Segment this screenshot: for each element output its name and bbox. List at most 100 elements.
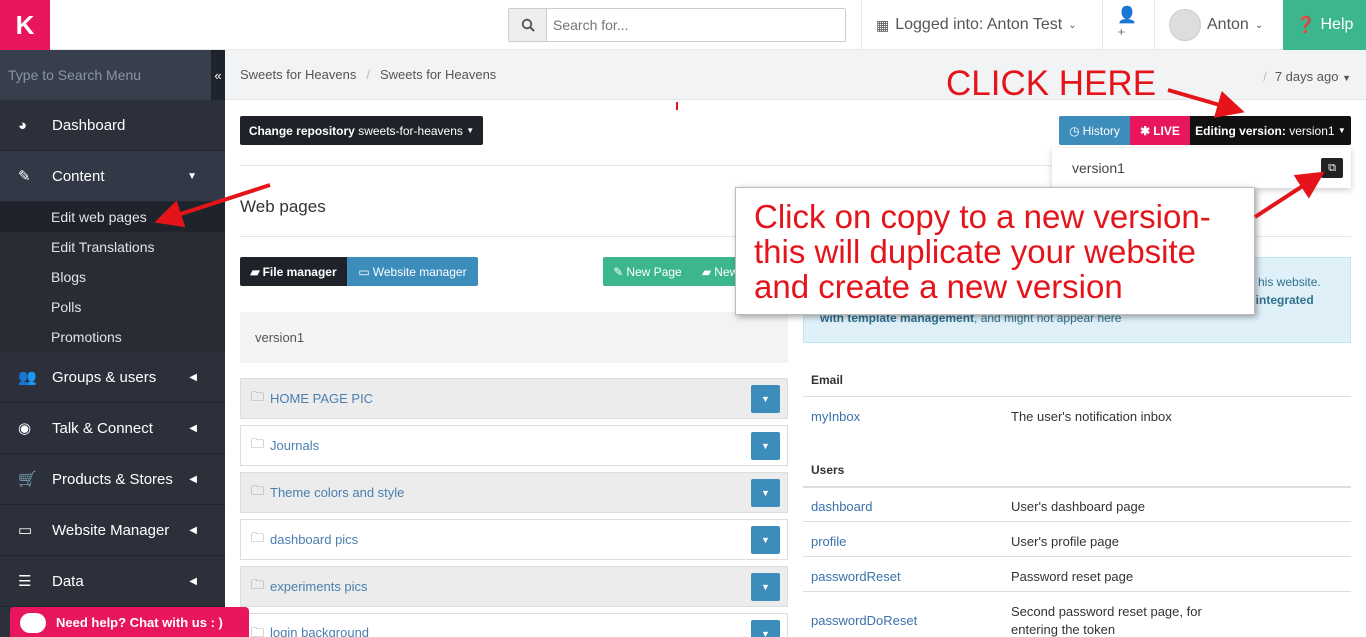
caret-left-icon: ◀ [189, 371, 197, 383]
folder-row[interactable]: 🗀 HOME PAGE PIC ▼ [240, 378, 788, 419]
website-manager-tab[interactable]: ▭ Website manager [347, 257, 478, 286]
page-description: Second password reset page, for entering… [1011, 604, 1202, 637]
menu-search-placeholder: Type to Search Menu [8, 67, 142, 83]
sidebar-item-groups-users[interactable]: 👥 Groups & users ◀ [0, 352, 225, 403]
sidebar-item-content[interactable]: ✎ Content ▼ [0, 151, 225, 202]
sidebar-item-talk-connect[interactable]: ◉ Talk & Connect ◀ [0, 403, 225, 454]
table-row: dashboard User's dashboard page [803, 486, 1351, 521]
chevron-down-icon[interactable]: ▼ [751, 573, 780, 601]
sidebar-item-promotions[interactable]: Promotions [0, 322, 225, 352]
chat-widget[interactable]: Need help? Chat with us : ) [10, 607, 249, 637]
chevron-down-icon[interactable]: ▼ [751, 385, 780, 413]
last-updated-label: 7 days ago [1274, 69, 1339, 84]
folder-icon: 🗀 [251, 529, 265, 545]
folder-name[interactable]: experiments pics [270, 579, 368, 594]
avatar [1169, 9, 1201, 41]
folder-row[interactable]: 🗀 login background ▼ [240, 613, 788, 637]
search-icon[interactable] [509, 9, 547, 41]
table-group-header: Email [811, 373, 844, 387]
history-button[interactable]: ◷ History [1059, 116, 1130, 145]
collapse-sidebar-icon[interactable]: « [211, 50, 225, 100]
folder-name[interactable]: dashboard pics [270, 532, 358, 547]
folder-row[interactable]: 🗀 Theme colors and style ▼ [240, 472, 788, 513]
history-label: History [1082, 123, 1120, 138]
table-row: profile User's profile page [803, 521, 1351, 556]
add-user-button[interactable]: 👤⁺ [1102, 0, 1154, 50]
sidebar-item-label: Data [52, 572, 84, 590]
page-key-link[interactable]: myInbox [811, 409, 860, 424]
version-option[interactable]: version1 [1072, 160, 1125, 176]
table-row: passwordReset Password reset page [803, 556, 1351, 591]
sidebar: Type to Search Menu « ◕ Dashboard ✎ Cont… [0, 50, 225, 637]
folder-name[interactable]: HOME PAGE PIC [270, 391, 373, 406]
page-key-link[interactable]: profile [811, 534, 846, 549]
sidebar-item-edit-translations[interactable]: Edit Translations [0, 232, 225, 262]
chevron-down-icon[interactable]: ▼ [751, 526, 780, 554]
info-line: his website. [1258, 275, 1321, 289]
folder-row[interactable]: 🗀 dashboard pics ▼ [240, 519, 788, 560]
caret-left-icon: ◀ [189, 575, 197, 587]
new-page-button[interactable]: ✎ New Page [603, 257, 692, 286]
caret-left-icon: ◀ [189, 422, 197, 434]
clock-icon: ◷ [1069, 123, 1080, 138]
app-logo[interactable]: K [0, 0, 50, 50]
chat-bubble-icon [20, 613, 46, 633]
help-button[interactable]: ❓ Help [1283, 0, 1366, 50]
page-key-link[interactable]: passwordDoReset [811, 613, 917, 628]
cart-icon: 🛒 [18, 471, 37, 488]
website-manager-label: Website manager [372, 264, 467, 279]
caret-left-icon: ◀ [189, 473, 197, 485]
page-description: The user's notification inbox [1011, 409, 1172, 424]
monitor-icon: ▭ [358, 264, 370, 279]
sidebar-item-blogs[interactable]: Blogs [0, 262, 225, 292]
page-key-link[interactable]: passwordReset [811, 569, 901, 584]
editing-version-button[interactable]: Editing version: version1 ▼ [1190, 116, 1351, 145]
page-description: User's dashboard page [1011, 499, 1146, 514]
sidebar-item-label: Content [52, 167, 105, 185]
sidebar-item-website-manager[interactable]: ▭ Website Manager ◀ [0, 505, 225, 556]
file-manager-tab[interactable]: ▰ File manager [240, 257, 347, 286]
user-menu[interactable]: Anton ⌄ [1154, 0, 1283, 50]
sidebar-item-data[interactable]: ☰ Data ◀ [0, 556, 225, 607]
folder-name[interactable]: Journals [270, 438, 319, 453]
chevron-down-icon[interactable]: ▼ [751, 479, 780, 507]
breadcrumb-item[interactable]: Sweets for Heavens [380, 67, 496, 82]
version-dropdown-menu: version1 ⧉ [1052, 148, 1351, 188]
folder-row[interactable]: 🗀 experiments pics ▼ [240, 566, 788, 607]
sidebar-item-label: Website Manager [52, 521, 170, 539]
page-key-link[interactable]: dashboard [811, 499, 872, 514]
change-repository-button[interactable]: Change repository sweets-for-heavens ▼ [240, 116, 483, 145]
folder-icon: 🗀 [251, 482, 265, 498]
chevron-down-icon[interactable]: ▼ [751, 432, 780, 460]
sidebar-item-dashboard[interactable]: ◕ Dashboard [0, 100, 225, 151]
search-input[interactable] [547, 9, 845, 41]
copy-version-icon[interactable]: ⧉ [1321, 158, 1343, 178]
change-repo-prefix: Change repository [248, 123, 355, 138]
chevron-down-icon[interactable]: ▼ [751, 620, 780, 637]
page-title: Web pages [240, 197, 326, 216]
folder-name[interactable]: login background [270, 626, 369, 637]
folder-row[interactable]: 🗀 Journals ▼ [240, 425, 788, 466]
global-search[interactable] [508, 8, 846, 42]
sidebar-item-polls[interactable]: Polls [0, 292, 225, 322]
caret-down-icon: ▼ [187, 170, 197, 182]
folder-name[interactable]: Theme colors and style [270, 485, 404, 500]
page-description: Password reset page [1011, 569, 1134, 584]
sidebar-item-label: Groups & users [52, 368, 157, 386]
folder-icon: 🗀 [251, 576, 265, 592]
sidebar-item-edit-web-pages[interactable]: Edit web pages [0, 202, 225, 232]
chevron-down-icon: ⌄ [1254, 19, 1264, 31]
breadcrumb-item[interactable]: Sweets for Heavens [240, 67, 356, 82]
last-updated[interactable]: /7 days ago ▼ [1263, 69, 1351, 84]
breadcrumb: Sweets for Heavens / Sweets for Heavens … [225, 50, 1366, 100]
file-manager-label: File manager [262, 264, 337, 279]
live-button[interactable]: ✱ LIVE [1130, 116, 1190, 145]
menu-search[interactable]: Type to Search Menu « [0, 50, 225, 100]
edit-icon: ✎ [18, 168, 31, 185]
logged-into-dropdown[interactable]: ▦ Logged into: Anton Test ⌄ [861, 0, 1102, 50]
database-icon: ☰ [18, 573, 32, 590]
user-plus-icon: 👤⁺ [1117, 7, 1137, 44]
users-icon: 👥 [18, 369, 37, 386]
sidebar-item-products-stores[interactable]: 🛒 Products & Stores ◀ [0, 454, 225, 505]
change-repo-value: sweets-for-heavens [358, 123, 463, 138]
